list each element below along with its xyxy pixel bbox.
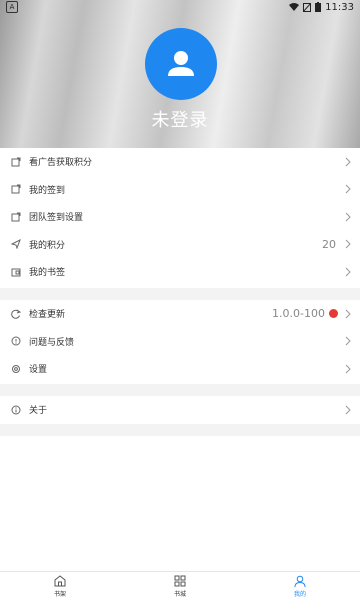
menu-item-label: 设置 (29, 365, 48, 376)
menu-item-check-update[interactable]: 检查更新 1.0.0-100 (0, 300, 360, 328)
menu-item-label: 检查更新 (29, 310, 66, 321)
menu-item-my-bookmarks[interactable]: 我的书签 (0, 258, 360, 286)
nav-tab-bookstore[interactable]: 书城 (120, 572, 240, 600)
menu-item-label: 关于 (29, 406, 48, 417)
version-value: 1.0.0-100 (272, 307, 325, 321)
status-time: 11:33 (325, 1, 354, 13)
avatar[interactable] (145, 28, 217, 100)
profile-header: 未登录 (0, 0, 360, 148)
bottom-nav: 书架 书城 我的 (0, 571, 360, 600)
team-checkin-icon (11, 212, 21, 222)
battery-icon (315, 2, 322, 12)
nav-tab-label: 书城 (173, 591, 186, 598)
chevron-right-icon (345, 239, 351, 249)
feedback-icon (11, 336, 21, 346)
bookmark-icon (11, 268, 21, 277)
menu-item-watch-ad[interactable]: 看广告获取积分 (0, 148, 360, 176)
refresh-icon (11, 309, 21, 319)
notification-badge: A (6, 1, 18, 13)
menu-group-about: 关于 (0, 396, 360, 424)
menu-item-team-checkin-settings[interactable]: 团队签到设置 (0, 203, 360, 231)
checkin-icon (11, 184, 21, 194)
chevron-right-icon (345, 184, 351, 194)
user-icon (294, 575, 306, 588)
grid-icon (174, 575, 186, 587)
points-value: 20 (322, 237, 336, 251)
send-icon (11, 239, 21, 250)
menu-item-about[interactable]: 关于 (0, 396, 360, 424)
menu-item-settings[interactable]: 设置 (0, 355, 360, 383)
menu-item-label: 看广告获取积分 (29, 158, 93, 169)
ad-icon (11, 157, 21, 167)
status-bar: A 11:33 (0, 0, 360, 14)
chevron-right-icon (345, 336, 351, 346)
menu-item-my-checkin[interactable]: 我的签到 (0, 176, 360, 204)
chevron-right-icon (345, 212, 351, 222)
wifi-icon (289, 3, 300, 11)
nav-tab-mine[interactable]: 我的 (240, 572, 360, 600)
section-divider (0, 384, 360, 396)
chevron-right-icon (345, 157, 351, 167)
no-sim-icon (303, 2, 312, 12)
menu-item-label: 团队签到设置 (29, 213, 84, 224)
chevron-right-icon (345, 267, 351, 277)
chevron-right-icon (345, 309, 351, 319)
chevron-right-icon (345, 364, 351, 374)
user-avatar-icon (168, 51, 194, 76)
section-divider (0, 424, 360, 436)
info-icon (11, 405, 21, 415)
update-badge (329, 309, 338, 319)
menu-item-label: 我的书签 (29, 268, 66, 279)
menu-group-primary: 看广告获取积分 我的签到 团队签到设置 我的积分 20 我的书签 (0, 148, 360, 286)
menu-item-my-points[interactable]: 我的积分 20 (0, 231, 360, 259)
menu-item-label: 我的积分 (29, 240, 66, 251)
chevron-right-icon (345, 405, 351, 415)
menu-group-secondary: 检查更新 1.0.0-100 问题与反馈 设置 (0, 300, 360, 383)
home-icon (54, 575, 66, 587)
section-divider (0, 288, 360, 300)
login-status-label[interactable]: 未登录 (0, 106, 360, 132)
menu-item-feedback[interactable]: 问题与反馈 (0, 328, 360, 356)
nav-tab-label: 我的 (293, 591, 306, 598)
menu-item-label: 问题与反馈 (29, 337, 75, 348)
nav-tab-bookshelf[interactable]: 书架 (0, 572, 120, 600)
settings-icon (12, 364, 20, 373)
nav-tab-label: 书架 (53, 591, 66, 598)
menu-item-label: 我的签到 (29, 185, 66, 196)
